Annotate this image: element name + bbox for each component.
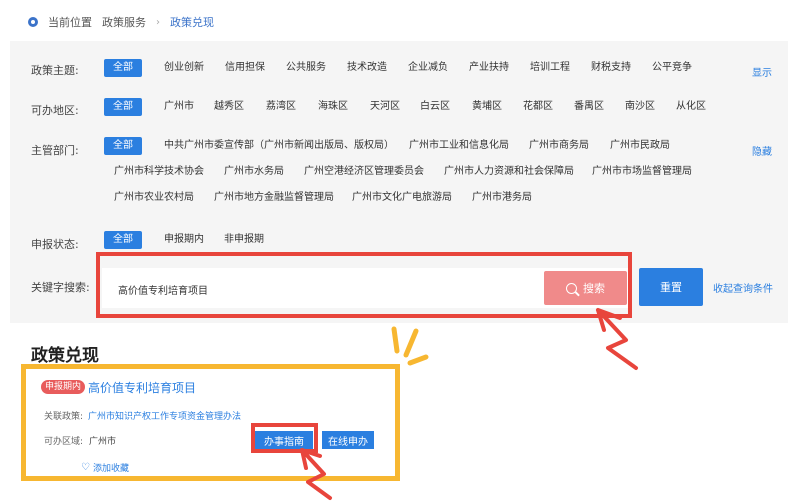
status-option[interactable]: 非申报期 (224, 231, 264, 249)
theme-option[interactable]: 产业扶持 (469, 59, 509, 77)
theme-option[interactable]: 技术改造 (347, 59, 387, 77)
region-label: 可办区域: (44, 437, 84, 447)
breadcrumb-location: 当前位置 (48, 16, 92, 29)
department-option[interactable]: 广州市港务局 (472, 189, 532, 207)
region-option[interactable]: 番禺区 (574, 98, 604, 116)
spark-icon (391, 326, 429, 366)
department-option[interactable]: 广州市商务局 (529, 137, 589, 155)
pointer-arrow-icon (596, 308, 638, 370)
breadcrumb-policy-service[interactable]: 政策服务 (102, 14, 146, 30)
theme-option[interactable]: 公平竞争 (652, 59, 692, 77)
related-policy-label: 关联政策: (44, 412, 84, 422)
heart-icon: ♡ (81, 462, 90, 473)
department-option[interactable]: 广州空港经济区管理委员会 (304, 163, 424, 181)
region-value: 广州市 (89, 437, 117, 447)
department-option[interactable]: 广州市水务局 (224, 163, 284, 181)
pointer-arrow-icon (300, 448, 332, 500)
theme-option-all[interactable]: 全部 (104, 59, 142, 77)
department-option[interactable]: 广州市地方金融监督管理局 (214, 189, 334, 207)
chevron-right-icon: › (156, 16, 160, 28)
collapse-filters-link[interactable]: 收起查询条件 (713, 280, 773, 295)
keyword-label: 关键字搜索: (31, 281, 90, 294)
region-option-all[interactable]: 全部 (104, 98, 142, 116)
region-option[interactable]: 广州市 (164, 98, 194, 116)
theme-label: 政策主题: (31, 64, 79, 77)
theme-option[interactable]: 企业减负 (408, 59, 448, 77)
status-label: 申报状态: (31, 238, 79, 251)
department-option[interactable]: 广州市文化广电旅游局 (352, 189, 452, 207)
add-favorite-link[interactable]: ♡ 添加收藏 (81, 461, 129, 474)
status-badge: 申报期内 (41, 380, 86, 394)
department-option[interactable]: 广州市农业农村局 (114, 189, 194, 207)
breadcrumb: 当前位置 政策服务 › 政策兑现 (28, 12, 214, 32)
related-policy-link[interactable]: 广州市知识产权工作专项资金管理办法 (88, 409, 241, 422)
department-option[interactable]: 广州市人力资源和社会保障局 (444, 163, 574, 181)
location-icon (28, 17, 38, 27)
card-title-link[interactable]: 高价值专利培育项目 (88, 379, 196, 396)
region-option[interactable]: 海珠区 (318, 98, 348, 116)
region-option[interactable]: 越秀区 (214, 98, 244, 116)
theme-option[interactable]: 培训工程 (530, 59, 570, 77)
add-favorite-label: 添加收藏 (92, 464, 129, 474)
region-option[interactable]: 黄埔区 (472, 98, 502, 116)
reset-button[interactable]: 重置 (639, 268, 703, 306)
region-option[interactable]: 从化区 (676, 98, 706, 116)
department-toggle-link[interactable]: 隐藏 (752, 143, 772, 158)
department-option-all[interactable]: 全部 (104, 137, 142, 155)
status-option-all[interactable]: 全部 (104, 231, 142, 249)
department-label: 主管部门: (31, 144, 79, 157)
breadcrumb-current: 政策兑现 (170, 16, 214, 29)
region-label: 可办地区: (31, 104, 79, 117)
theme-option[interactable]: 信用担保 (225, 59, 265, 77)
region-option[interactable]: 荔湾区 (266, 98, 296, 116)
theme-toggle-link[interactable]: 显示 (752, 64, 772, 79)
section-title: 政策兑现 (31, 346, 99, 366)
department-option[interactable]: 广州市民政局 (610, 137, 670, 155)
theme-option[interactable]: 公共服务 (286, 59, 326, 77)
region-option[interactable]: 天河区 (370, 98, 400, 116)
region-option[interactable]: 南沙区 (625, 98, 655, 116)
status-option[interactable]: 申报期内 (164, 231, 204, 249)
department-option[interactable]: 中共广州市委宣传部（广州市新闻出版局、版权局） (164, 137, 394, 155)
department-option[interactable]: 广州市工业和信息化局 (409, 137, 509, 155)
search-highlight-box (96, 252, 632, 318)
department-option[interactable]: 广州市科学技术协会 (114, 163, 204, 181)
region-option[interactable]: 白云区 (420, 98, 450, 116)
department-option[interactable]: 广州市市场监督管理局 (592, 163, 692, 181)
region-option[interactable]: 花都区 (523, 98, 553, 116)
theme-option[interactable]: 创业创新 (164, 59, 204, 77)
theme-option[interactable]: 财税支持 (591, 59, 631, 77)
